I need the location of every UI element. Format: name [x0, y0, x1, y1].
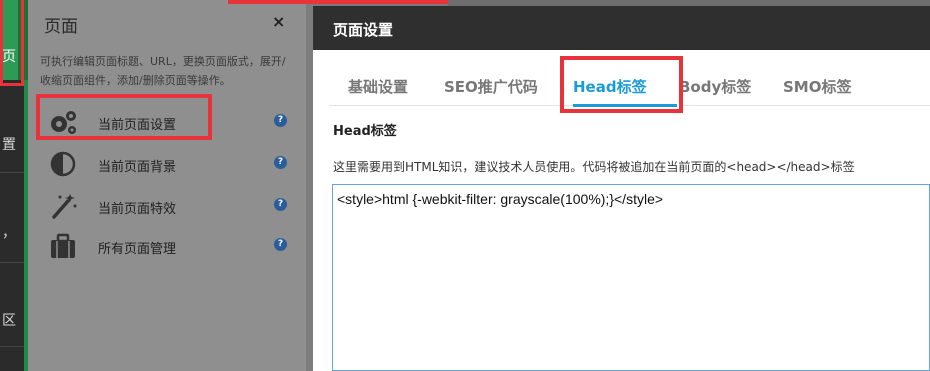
section-label: Head标签: [333, 124, 397, 139]
magic-wand-icon: [52, 194, 77, 219]
panel-title: 页面: [44, 17, 78, 37]
panel-item-label: 所有页面管理: [98, 242, 177, 257]
tab-smo-tag[interactable]: SMO标签: [783, 76, 851, 97]
panel-description: 可执行编辑页面标题、URL，更换页面版式，展开/收缩页面组件，添加/删除页面等操…: [40, 55, 286, 87]
sidebar-item-label[interactable]: 区: [2, 310, 16, 330]
sidebar-divider: [0, 346, 24, 347]
help-icon[interactable]: ?: [274, 238, 287, 251]
panel-item-page-background[interactable]: 当前页面背景 ?: [42, 148, 302, 182]
annotation-highlight-top: [228, 0, 448, 4]
dialog-title: 页面设置: [333, 21, 394, 39]
dialog-header: 页面设置: [313, 6, 930, 50]
page-panel: 页面 × 可执行编辑页面标题、URL，更换页面版式，展开/收缩页面组件，添加/删…: [28, 0, 306, 371]
head-code-input[interactable]: <style>html {-webkit-filter: grayscale(1…: [332, 184, 930, 371]
panel-item-page-effects[interactable]: 当前页面特效 ?: [42, 190, 302, 224]
panel-item-label: 当前页面特效: [98, 202, 177, 217]
sidebar-item-label[interactable]: 置: [2, 134, 16, 154]
contrast-icon: [50, 151, 76, 177]
sidebar-item-label[interactable]: ，: [2, 222, 16, 242]
close-icon[interactable]: ×: [272, 12, 285, 31]
help-icon[interactable]: ?: [274, 114, 287, 127]
panel-item-all-pages[interactable]: 所有页面管理 ?: [42, 230, 302, 264]
tab-basic-settings[interactable]: 基础设置: [348, 76, 408, 97]
sidebar-divider: [0, 172, 24, 173]
hint-text: 这里需要用到HTML知识，建议技术人员使用。代码将被追加在当前页面的<head>…: [333, 160, 855, 174]
annotation-highlight-head-tab: [560, 56, 683, 113]
help-icon[interactable]: ?: [274, 198, 287, 211]
panel-divider: [306, 0, 313, 371]
panel-item-label: 当前页面背景: [98, 160, 177, 175]
tab-body-tag[interactable]: Body标签: [679, 76, 751, 97]
briefcase-icon: [51, 233, 75, 258]
page-settings-dialog: 页面设置 基础设置 SEO推广代码 Head标签 Body标签 SMO标签 He…: [313, 6, 930, 371]
tab-seo-code[interactable]: SEO推广代码: [444, 76, 538, 97]
help-icon[interactable]: ?: [274, 156, 287, 169]
annotation-highlight-page-settings: [36, 94, 212, 140]
annotation-highlight-sidebar: [0, 0, 24, 86]
sidebar-divider: [0, 262, 24, 263]
